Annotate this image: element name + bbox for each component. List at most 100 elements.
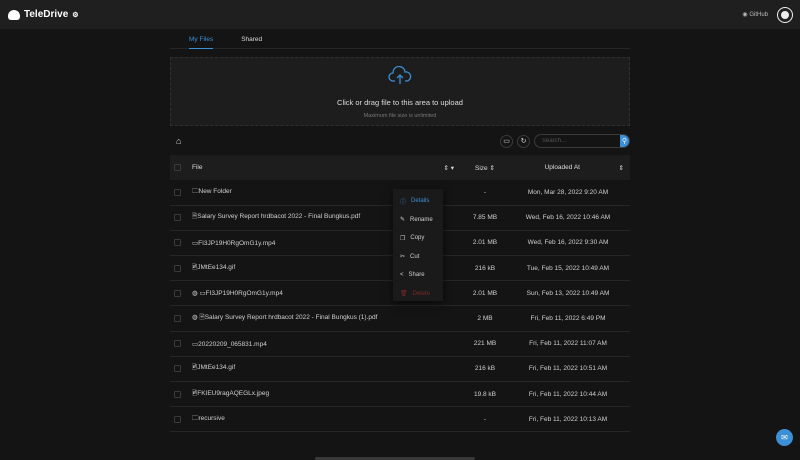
file-size: 216 kB: [464, 356, 506, 383]
folder-plus-icon: ▭: [503, 138, 510, 145]
uploaded-at: Fri, Feb 11, 2022 10:51 AM: [506, 356, 630, 383]
row-checkbox[interactable]: [174, 214, 181, 222]
search-button[interactable]: ⚲: [620, 135, 629, 147]
file-size: -: [464, 406, 506, 433]
github-label: GitHub: [749, 12, 768, 18]
logo[interactable]: TeleDrive ⚙: [8, 9, 79, 20]
copy-icon: ❐: [400, 235, 406, 242]
file-size: 2 MB: [464, 305, 506, 332]
column-size-label: Size: [475, 164, 488, 172]
table-row[interactable]: 🖻FKIEU9ragAQEGLx.jpeg 19.8 kB Fri, Feb 1…: [170, 381, 630, 408]
file-name: FI3JP19H0RgOmG1y.mp4: [205, 290, 283, 298]
select-all-checkbox[interactable]: [174, 164, 181, 171]
chat-icon: ✉: [781, 433, 788, 442]
menu-item-details[interactable]: ⓘ Details: [393, 192, 443, 211]
uploaded-at: Fri, Feb 11, 2022 10:44 AM: [506, 381, 630, 408]
column-file-label: File: [192, 163, 203, 171]
upload-dropzone[interactable]: Click or drag file to this area to uploa…: [170, 57, 630, 126]
file-size: 2.01 MB: [464, 230, 506, 257]
table-row[interactable]: 🗀recursive - Fri, Feb 11, 2022 10:13 AM: [170, 406, 630, 433]
search-input[interactable]: [535, 135, 620, 147]
cloud-logo-icon: [8, 9, 20, 20]
file-name-cell[interactable]: 🖻FKIEU9ragAQEGLx.jpeg: [192, 381, 464, 408]
row-checkbox[interactable]: [174, 315, 181, 323]
menu-item-label: Rename: [410, 216, 433, 223]
menu-item-rename[interactable]: ✎ Rename: [393, 211, 443, 230]
row-checkbox[interactable]: [174, 390, 181, 398]
badge-icon: ⚙: [72, 11, 79, 19]
new-folder-button[interactable]: ▭: [500, 134, 513, 148]
menu-item-label: Delete: [412, 290, 430, 297]
search-icon: ⚲: [621, 138, 628, 145]
row-checkbox[interactable]: [174, 264, 181, 272]
upload-subtitle: Maximum file size is unlimited: [363, 113, 437, 119]
tab-my-files[interactable]: My Files: [189, 32, 214, 49]
github-icon: ◉: [742, 12, 748, 18]
row-checkbox[interactable]: [174, 415, 181, 423]
table-row[interactable]: ▭20220209_065831.mp4 221 MB Fri, Feb 11,…: [170, 331, 630, 357]
file-name: Salary Survey Report hrdbacot 2022 - Fin…: [204, 314, 378, 322]
file-name: JMtEe134.gif: [197, 364, 236, 372]
uploaded-at: Fri, Feb 11, 2022 10:13 AM: [506, 406, 630, 433]
sort-icon: ⇕: [489, 164, 495, 172]
file-size: 7.85 MB: [464, 205, 506, 231]
home-icon[interactable]: ⌂: [176, 136, 181, 146]
row-checkbox[interactable]: [174, 365, 181, 373]
file-size: -: [464, 180, 506, 206]
row-checkbox[interactable]: [174, 289, 181, 297]
uploaded-at: Wed, Feb 16, 2022 10:46 AM: [506, 205, 630, 231]
refresh-button[interactable]: ↻: [517, 134, 530, 148]
table-row[interactable]: ◍ 🗎Salary Survey Report hrdbacot 2022 - …: [170, 305, 630, 332]
uploaded-at: Tue, Feb 15, 2022 10:49 AM: [506, 255, 630, 282]
menu-item-delete[interactable]: 🗑 Delete: [393, 285, 443, 304]
table-row[interactable]: 🖻JMtEe134.gif 216 kB Fri, Feb 11, 2022 1…: [170, 356, 630, 383]
file-name: 20220209_065831.mp4: [198, 340, 267, 348]
trash-icon: 🗑: [400, 291, 408, 298]
app-name: TeleDrive: [24, 9, 69, 20]
info-icon: ⓘ: [400, 199, 407, 206]
file-name: Salary Survey Report hrdbacot 2022 - Fin…: [197, 213, 361, 221]
sort-icon: ⇕: [618, 164, 624, 172]
row-checkbox[interactable]: [174, 340, 181, 348]
menu-item-label: Cut: [410, 253, 420, 260]
search-box: ⚲: [534, 134, 630, 148]
menu-item-cut[interactable]: ✂ Cut: [393, 248, 443, 267]
file-size: 216 kB: [464, 255, 506, 282]
file-name-cell[interactable]: ▭20220209_065831.mp4: [192, 331, 464, 357]
row-checkbox[interactable]: [174, 188, 181, 196]
file-size: 2.01 MB: [464, 280, 506, 307]
file-name-cell[interactable]: 🖻JMtEe134.gif: [192, 356, 464, 383]
sort-filter-icon[interactable]: ⇕ ▾: [443, 164, 454, 172]
file-name-cell[interactable]: ◍ 🗎Salary Survey Report hrdbacot 2022 - …: [192, 305, 464, 332]
column-uploaded-at[interactable]: Uploaded At ⇕: [506, 155, 630, 180]
menu-item-label: Copy: [410, 235, 425, 242]
file-name: FKIEU9ragAQEGLx.jpeg: [197, 389, 270, 397]
row-checkbox[interactable]: [174, 239, 181, 247]
menu-item-share[interactable]: < Share: [393, 266, 443, 285]
uploaded-at: Sun, Feb 13, 2022 10:49 AM: [506, 280, 630, 307]
avatar[interactable]: [778, 7, 792, 22]
uploaded-at: Wed, Feb 16, 2022 9:30 AM: [506, 230, 630, 257]
file-name-cell[interactable]: 🗀recursive: [192, 406, 464, 433]
scissors-icon: ✂: [400, 254, 406, 261]
file-name: FI3JP19H0RgOmG1y.mp4: [198, 239, 276, 247]
file-name: recursive: [198, 414, 225, 422]
uploaded-at: Fri, Feb 11, 2022 11:07 AM: [506, 331, 630, 357]
column-size[interactable]: Size ⇕: [464, 155, 506, 180]
share-icon: <: [400, 272, 404, 279]
file-size: 221 MB: [464, 331, 506, 357]
github-link[interactable]: ◉ GitHub: [742, 11, 768, 18]
menu-item-copy[interactable]: ❐ Copy: [393, 229, 443, 248]
uploaded-at: Fri, Feb 11, 2022 6:49 PM: [506, 305, 630, 332]
toolbar: ⌂ ▭ ↻ ⚲: [170, 133, 630, 149]
context-menu: ⓘ Details ✎ Rename ❐ Copy ✂ Cut < Share 🗑 Delete: [393, 189, 443, 301]
refresh-icon: ↻: [520, 138, 527, 145]
uploaded-at: Mon, Mar 28, 2022 9:20 AM: [506, 180, 630, 206]
tab-shared[interactable]: Shared: [241, 32, 262, 49]
upload-title: Click or drag file to this area to uploa…: [337, 98, 463, 107]
chat-button[interactable]: ✉: [776, 429, 793, 446]
app-header: TeleDrive ⚙ ◉ GitHub: [0, 0, 800, 29]
column-file[interactable]: File ⇕ ▾: [192, 155, 464, 180]
file-size: 19.8 kB: [464, 381, 506, 408]
file-name: JMtEe134.gif: [197, 263, 236, 271]
